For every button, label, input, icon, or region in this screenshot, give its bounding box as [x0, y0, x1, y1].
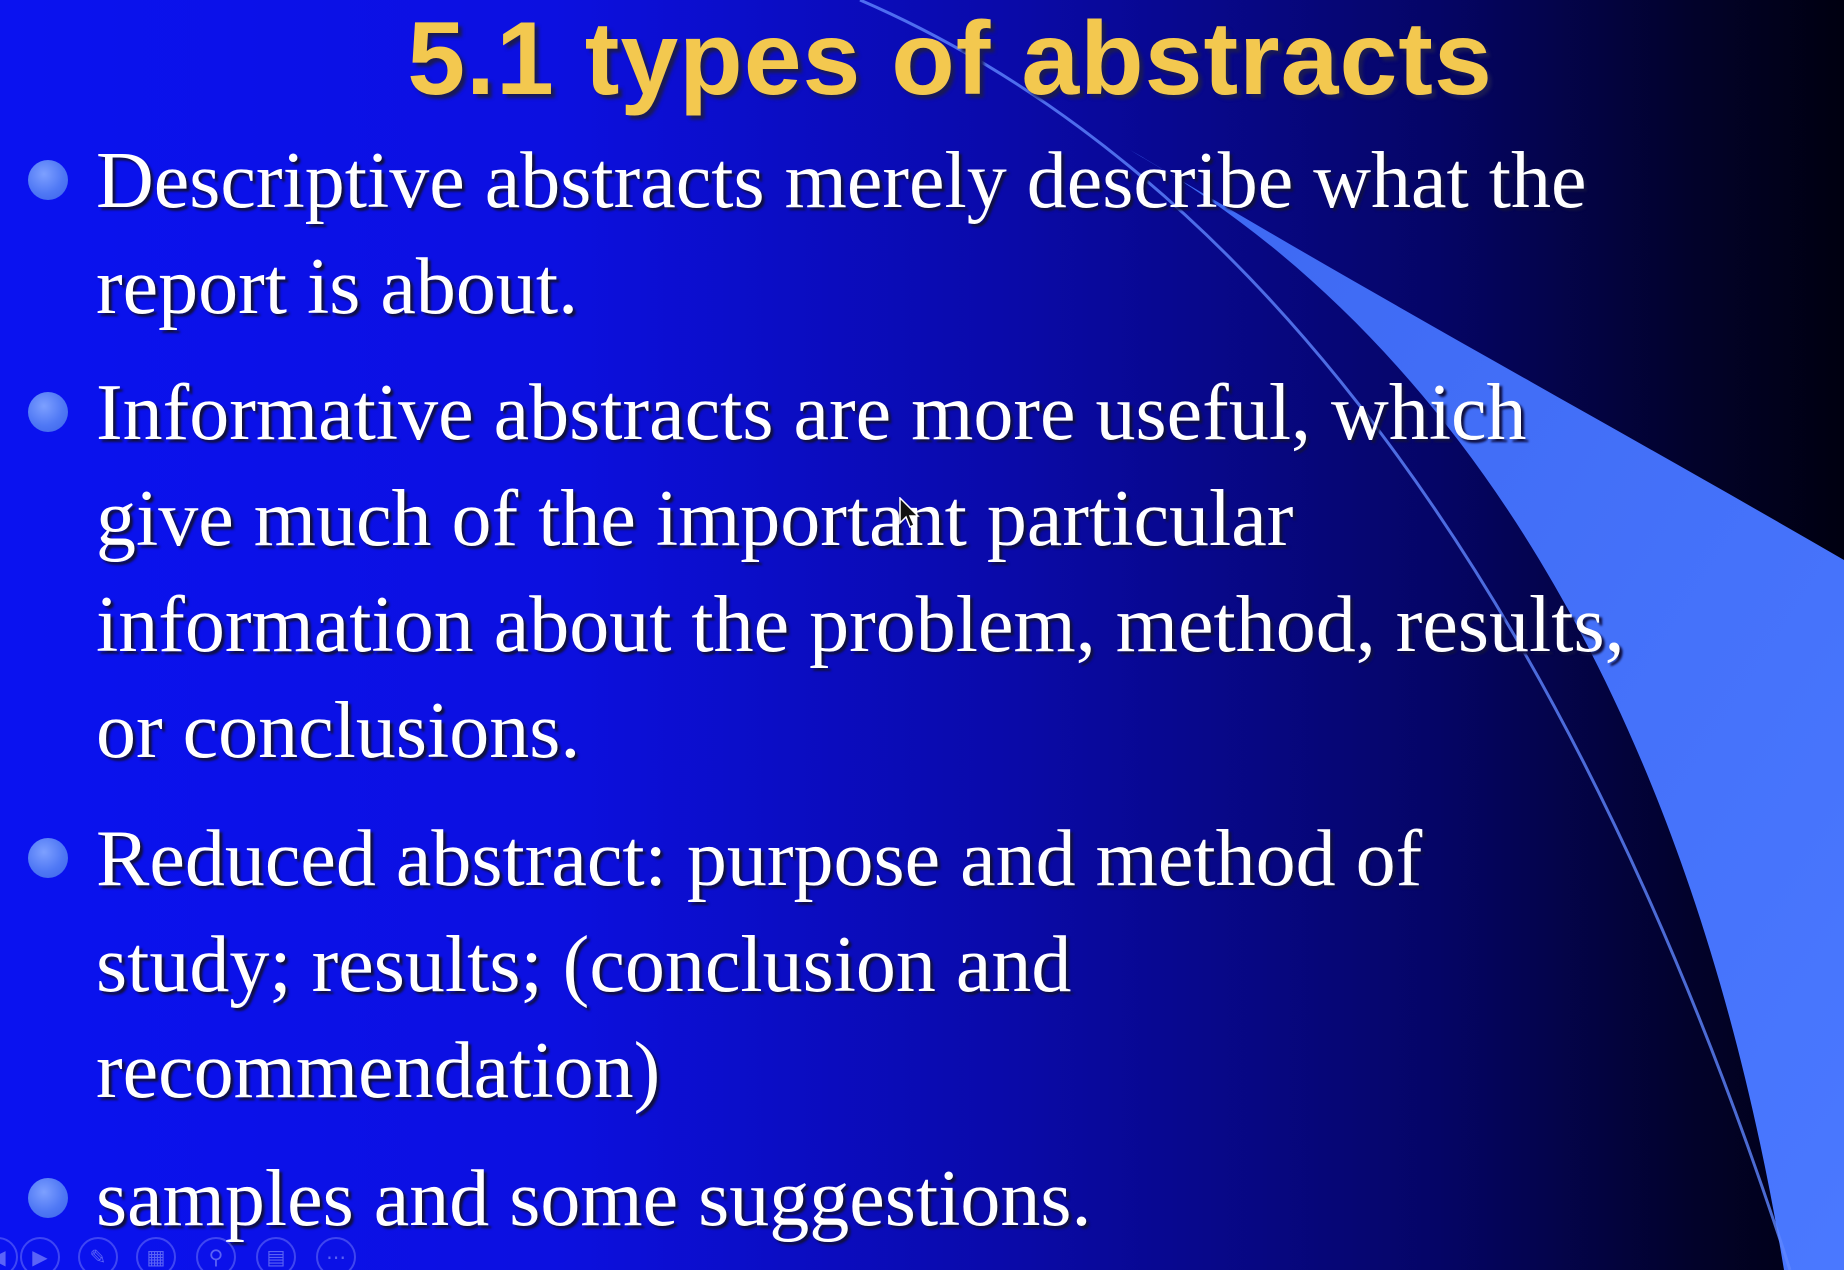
bullet-line: study; results; (conclusion and [96, 921, 1072, 1009]
pen-icon[interactable]: ✎ [78, 1237, 118, 1270]
slide: 5.1 types of abstracts Descriptive abstr… [0, 0, 1844, 1270]
bullet-line: Informative abstracts are more useful, w… [96, 369, 1527, 457]
bullet-line: or conclusions. [96, 687, 581, 775]
bullet-text: Reduced abstract: purpose and method of … [96, 806, 1422, 1124]
bullet-icon [28, 1178, 68, 1218]
bullet-line: Descriptive abstracts merely describe wh… [96, 137, 1587, 225]
zoom-icon[interactable]: ⚲ [196, 1237, 236, 1270]
slideshow-toolbar: ◀ ▶ ✎ ▦ ⚲ ▤ ⋯ [0, 1237, 380, 1270]
bullet-line: report is about. [96, 243, 579, 331]
subtitles-icon[interactable]: ▤ [256, 1237, 296, 1270]
bullet-icon [28, 838, 68, 878]
bullet-list: Descriptive abstracts merely describe wh… [0, 0, 1844, 1270]
mouse-pointer-icon [899, 497, 920, 529]
bullet-icon [28, 392, 68, 432]
bullet-line: information about the problem, method, r… [96, 581, 1625, 669]
bullet-text: Informative abstracts are more useful, w… [96, 360, 1625, 784]
play-icon[interactable]: ▶ [20, 1237, 60, 1270]
slides-icon[interactable]: ▦ [136, 1237, 176, 1270]
bullet-text: Descriptive abstracts merely describe wh… [96, 128, 1587, 340]
bullet-line: Reduced abstract: purpose and method of [96, 815, 1423, 903]
bullet-line: give much of the important particular [96, 475, 1294, 563]
bullet-line: recommendation) [96, 1027, 661, 1115]
bullet-icon [28, 160, 68, 200]
more-icon[interactable]: ⋯ [316, 1237, 356, 1270]
previous-icon[interactable]: ◀ [0, 1237, 18, 1270]
